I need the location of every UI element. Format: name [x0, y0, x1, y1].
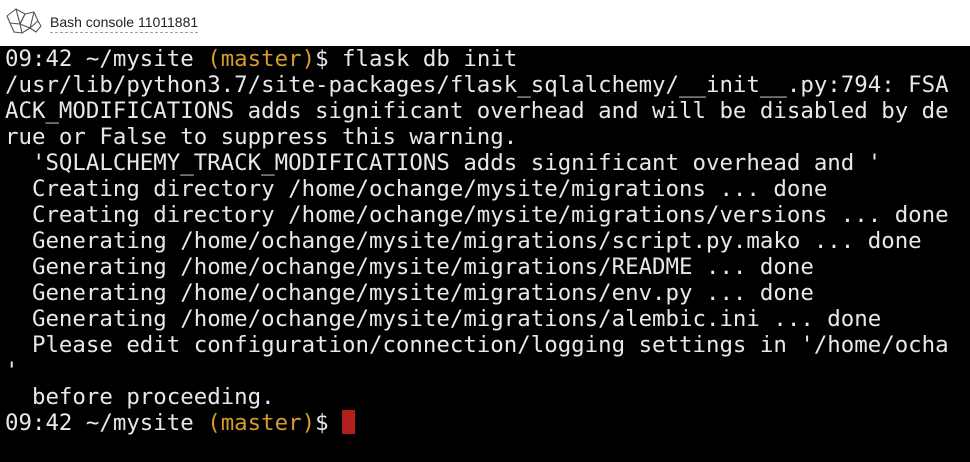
output-line: Generating /home/ochange/mysite/migratio… [5, 254, 814, 280]
output-line: before proceeding. [5, 384, 275, 410]
output-line: Generating /home/ochange/mysite/migratio… [5, 228, 922, 254]
output-line: ACK_MODIFICATIONS adds significant overh… [5, 98, 949, 124]
output-line: Generating /home/ochange/mysite/migratio… [5, 306, 882, 332]
prompt-path: 09:42 ~/mysite [5, 46, 208, 72]
git-branch: (master) [207, 46, 316, 72]
pythonanywhere-logo-icon [6, 8, 42, 34]
output-line: ' [5, 358, 19, 384]
output-line: rue or False to suppress this warning. [5, 124, 518, 150]
command-output: /usr/lib/python3.7/site-packages/flask_s… [5, 72, 970, 410]
command-text: flask db init [342, 46, 518, 72]
prompt-path: 09:42 ~/mysite [5, 410, 208, 436]
output-line: Generating /home/ochange/mysite/migratio… [5, 280, 814, 306]
prompt-symbol: $ [315, 410, 343, 436]
prompt-line: 09:42 ~/mysite (master)$ flask db init [5, 46, 970, 72]
console-title-link[interactable]: Bash console 11011881 [50, 13, 199, 33]
terminal-cursor [342, 410, 356, 434]
bash-console-window: Bash console 11011881 09:42 ~/mysite (ma… [0, 0, 970, 462]
console-header: Bash console 11011881 [0, 0, 970, 46]
prompt-symbol: $ [315, 46, 343, 72]
output-line: 'SQLALCHEMY_TRACK_MODIFICATIONS adds sig… [5, 150, 882, 176]
output-line: Creating directory /home/ochange/mysite/… [5, 202, 949, 228]
prompt-line-active: 09:42 ~/mysite (master)$ [5, 410, 970, 436]
git-branch: (master) [207, 410, 316, 436]
terminal-output: 09:42 ~/mysite (master)$ flask db init /… [5, 46, 970, 436]
terminal-area[interactable]: 09:42 ~/mysite (master)$ flask db init /… [0, 46, 970, 462]
output-line: Creating directory /home/ochange/mysite/… [5, 176, 828, 202]
output-line: Please edit configuration/connection/log… [5, 332, 949, 358]
output-line: /usr/lib/python3.7/site-packages/flask_s… [5, 72, 949, 98]
